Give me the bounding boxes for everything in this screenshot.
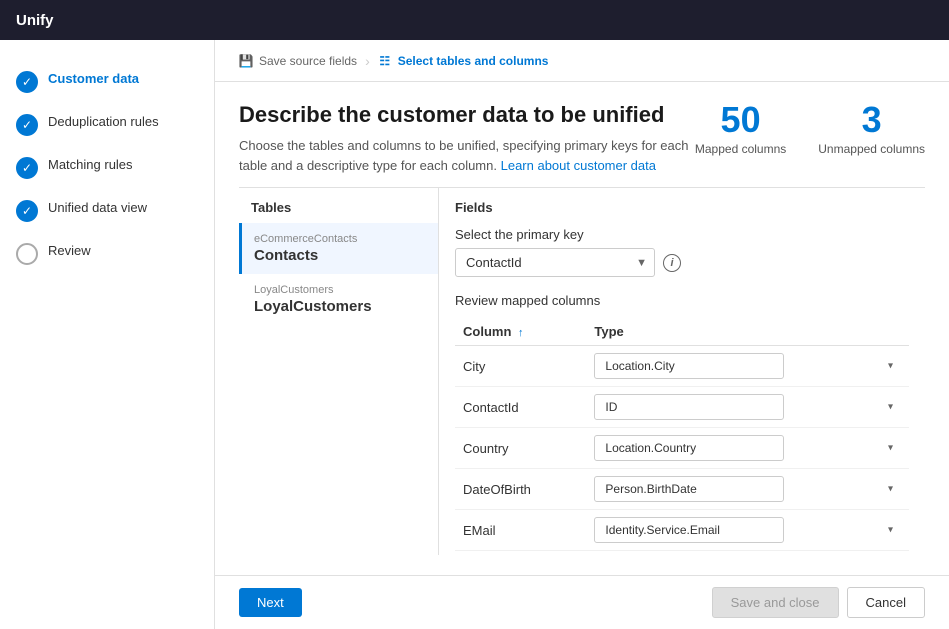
column-cell-2: Country	[455, 428, 586, 469]
step-icon-matching: ✓	[16, 157, 38, 179]
primary-key-select-wrapper: ContactId ▼	[455, 248, 655, 277]
mapped-count: 50	[695, 102, 786, 138]
type-select-4[interactable]: Location.CityLocation.CountryPerson.Birt…	[594, 517, 784, 543]
breadcrumb-bar: 💾 Save source fields › ☷ Select tables a…	[215, 40, 949, 82]
col-header-type: Type	[586, 318, 909, 346]
sidebar-item-label-review: Review	[48, 242, 91, 260]
unmapped-label: Unmapped columns	[818, 142, 925, 156]
sidebar-item-label-matching: Matching rules	[48, 156, 133, 174]
type-cell-1: Location.CityLocation.CountryPerson.Birt…	[586, 387, 909, 428]
type-cell-0: Location.CityLocation.CountryPerson.Birt…	[586, 346, 909, 387]
primary-key-row: ContactId ▼ i	[455, 248, 909, 277]
table-item-sub-loyal: LoyalCustomers	[254, 284, 426, 296]
table-item-name-loyal: LoyalCustomers	[254, 298, 426, 315]
primary-key-select[interactable]: ContactId	[455, 248, 655, 277]
app-title: Unify	[16, 12, 54, 29]
sidebar-item-label-unified: Unified data view	[48, 199, 147, 217]
step-icon-unified: ✓	[16, 200, 38, 222]
tables-col: Tables eCommerceContacts Contacts LoyalC…	[239, 188, 439, 555]
stats-row: 50 Mapped columns 3 Unmapped columns	[695, 102, 925, 156]
step-icon-review	[16, 243, 38, 265]
type-select-wrapper-4: Location.CityLocation.CountryPerson.Birt…	[594, 517, 901, 543]
fields-col-header: Fields	[455, 200, 909, 215]
columns-table: Column ↑ Type City Location.CityLocation.…	[455, 318, 909, 551]
breadcrumb-step1: 💾 Save source fields	[239, 54, 357, 68]
table-row: ContactId Location.CityLocation.CountryPe…	[455, 387, 909, 428]
type-select-wrapper-0: Location.CityLocation.CountryPerson.Birt…	[594, 353, 901, 379]
two-col-layout: Tables eCommerceContacts Contacts LoyalC…	[239, 187, 925, 555]
type-select-2[interactable]: Location.CityLocation.CountryPerson.Birt…	[594, 435, 784, 461]
tables-col-header: Tables	[239, 200, 438, 223]
table-row: DateOfBirth Location.CityLocation.Country…	[455, 469, 909, 510]
step-icon-deduplication: ✓	[16, 114, 38, 136]
sidebar-item-label-customer-data: Customer data	[48, 70, 139, 88]
page-body: Describe the customer data to be unified…	[215, 82, 949, 575]
type-select-3[interactable]: Location.CityLocation.CountryPerson.Birt…	[594, 476, 784, 502]
footer-right: Save and close Cancel	[712, 587, 925, 618]
table-icon: ☷	[378, 54, 392, 68]
breadcrumb-step1-label: Save source fields	[259, 54, 357, 68]
breadcrumb-step2: ☷ Select tables and columns	[378, 54, 549, 68]
sidebar-item-matching[interactable]: ✓ Matching rules	[0, 146, 214, 189]
type-select-1[interactable]: Location.CityLocation.CountryPerson.Birt…	[594, 394, 784, 420]
sidebar: ✓ Customer data ✓ Deduplication rules ✓ …	[0, 40, 215, 629]
sidebar-item-unified[interactable]: ✓ Unified data view	[0, 189, 214, 232]
stat-unmapped: 3 Unmapped columns	[818, 102, 925, 156]
cancel-button[interactable]: Cancel	[847, 587, 925, 618]
column-cell-1: ContactId	[455, 387, 586, 428]
sidebar-item-customer-data[interactable]: ✓ Customer data	[0, 60, 214, 103]
column-cell-4: EMail	[455, 510, 586, 551]
table-row: City Location.CityLocation.CountryPerson.…	[455, 346, 909, 387]
type-cell-4: Location.CityLocation.CountryPerson.Birt…	[586, 510, 909, 551]
mapped-label: Mapped columns	[695, 142, 786, 156]
type-select-arrow-1: ▾	[888, 402, 893, 413]
column-cell-0: City	[455, 346, 586, 387]
step-icon-customer-data: ✓	[16, 71, 38, 93]
table-item-contacts[interactable]: eCommerceContacts Contacts	[239, 223, 438, 274]
review-section-label: Review mapped columns	[455, 293, 909, 308]
type-cell-2: Location.CityLocation.CountryPerson.Birt…	[586, 428, 909, 469]
unmapped-count: 3	[818, 102, 925, 138]
sort-icon: ↑	[518, 327, 524, 339]
learn-link[interactable]: Learn about customer data	[501, 158, 656, 173]
type-select-arrow-0: ▾	[888, 361, 893, 372]
content-area: 💾 Save source fields › ☷ Select tables a…	[215, 40, 949, 629]
type-select-arrow-4: ▾	[888, 525, 893, 536]
table-item-name-contacts: Contacts	[254, 247, 426, 264]
sidebar-item-deduplication[interactable]: ✓ Deduplication rules	[0, 103, 214, 146]
page-header-left: Describe the customer data to be unified…	[239, 102, 695, 175]
primary-key-info-icon[interactable]: i	[663, 254, 681, 272]
type-select-wrapper-3: Location.CityLocation.CountryPerson.Birt…	[594, 476, 901, 502]
sidebar-item-review[interactable]: Review	[0, 232, 214, 275]
table-row: Country Location.CityLocation.CountryPers…	[455, 428, 909, 469]
page-header-row: Describe the customer data to be unified…	[239, 102, 925, 175]
type-select-0[interactable]: Location.CityLocation.CountryPerson.Birt…	[594, 353, 784, 379]
save-close-button: Save and close	[712, 587, 839, 618]
fields-col: Fields Select the primary key ContactId …	[439, 188, 925, 555]
footer: Next Save and close Cancel	[215, 575, 949, 629]
breadcrumb-step2-label: Select tables and columns	[398, 54, 549, 68]
save-icon: 💾	[239, 54, 253, 68]
type-select-wrapper-2: Location.CityLocation.CountryPerson.Birt…	[594, 435, 901, 461]
top-bar: Unify	[0, 0, 949, 40]
table-item-loyalcustomers[interactable]: LoyalCustomers LoyalCustomers	[239, 274, 438, 325]
column-cell-3: DateOfBirth	[455, 469, 586, 510]
type-select-wrapper-1: Location.CityLocation.CountryPerson.Birt…	[594, 394, 901, 420]
primary-key-label: Select the primary key	[455, 227, 909, 242]
next-button[interactable]: Next	[239, 588, 302, 617]
type-cell-3: Location.CityLocation.CountryPerson.Birt…	[586, 469, 909, 510]
type-select-arrow-2: ▾	[888, 443, 893, 454]
col-header-column: Column ↑	[455, 318, 586, 346]
footer-left: Next	[239, 588, 302, 617]
page-description: Choose the tables and columns to be unif…	[239, 136, 695, 175]
table-row: EMail Location.CityLocation.CountryPerson…	[455, 510, 909, 551]
stat-mapped: 50 Mapped columns	[695, 102, 786, 156]
type-select-arrow-3: ▾	[888, 484, 893, 495]
breadcrumb-separator: ›	[365, 53, 370, 69]
sidebar-item-label-deduplication: Deduplication rules	[48, 113, 159, 131]
table-item-sub-contacts: eCommerceContacts	[254, 233, 426, 245]
page-title: Describe the customer data to be unified	[239, 102, 695, 128]
